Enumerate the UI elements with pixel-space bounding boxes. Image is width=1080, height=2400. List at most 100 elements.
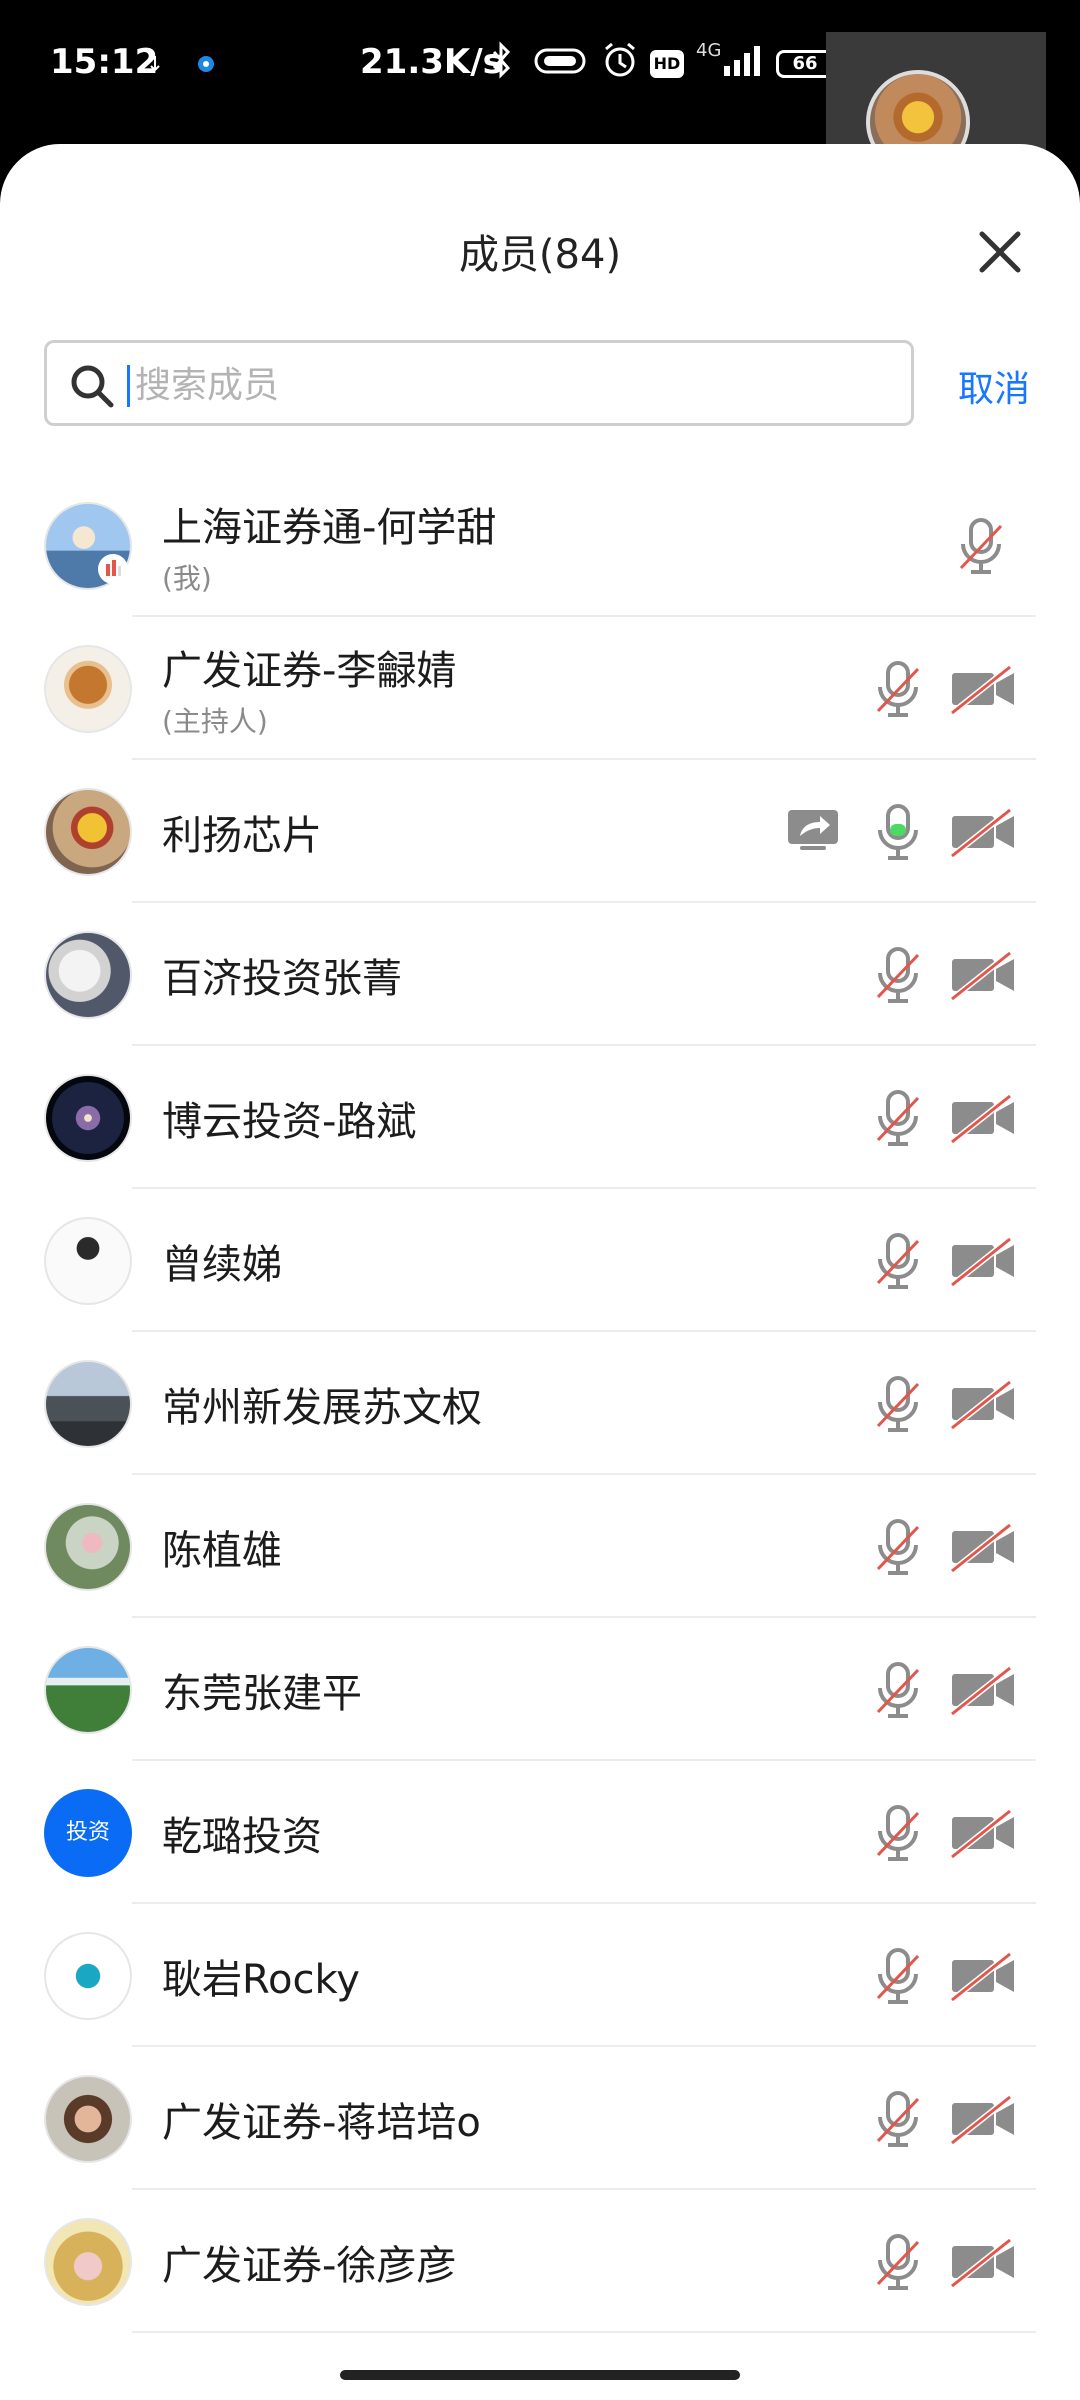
- camera-off-icon[interactable]: [950, 949, 1016, 1002]
- member-info: 广发证券-徐彦彦: [162, 2190, 456, 2333]
- camera-off-icon[interactable]: [950, 1521, 1016, 1574]
- member-info: 上海证券通-何学甜 (我): [162, 474, 496, 617]
- network-speed: 21.3K/s: [360, 42, 503, 82]
- avatar[interactable]: [44, 2075, 132, 2163]
- camera-off-icon[interactable]: [950, 2093, 1016, 2146]
- member-info: 耿岩Rocky: [162, 1904, 360, 2047]
- avatar[interactable]: [44, 1217, 132, 1305]
- status-time: 15:12: [50, 42, 159, 82]
- member-name: 上海证券通-何学甜: [162, 504, 497, 551]
- member-name: 常州新发展苏文权: [162, 1384, 482, 1431]
- list-item[interactable]: 投资 乾璐投资: [0, 1761, 1080, 1904]
- avatar[interactable]: [44, 1932, 132, 2020]
- camera-off-icon[interactable]: [950, 2236, 1016, 2289]
- mic-muted-icon[interactable]: [872, 1088, 924, 1148]
- floating-video-window[interactable]: [826, 32, 1046, 152]
- bluetooth-icon: [492, 41, 511, 79]
- cancel-button[interactable]: 取消: [958, 360, 1030, 412]
- member-name: 东莞张建平: [162, 1670, 362, 1717]
- screen-share-icon[interactable]: [786, 808, 840, 852]
- list-item[interactable]: 百济投资张菁: [0, 903, 1080, 1046]
- speaking-indicator-icon: [98, 554, 128, 584]
- mic-muted-icon[interactable]: [872, 1660, 924, 1720]
- member-info: 东莞张建平: [162, 1618, 362, 1761]
- camera-off-icon[interactable]: [950, 1378, 1016, 1431]
- cell-signal-icon: [724, 46, 760, 76]
- member-info: 利扬芯片: [162, 760, 322, 903]
- member-info: 乾璐投资: [162, 1761, 322, 1904]
- list-item[interactable]: 东莞张建平: [0, 1618, 1080, 1761]
- mic-muted-icon[interactable]: [872, 1231, 924, 1291]
- mic-muted-icon[interactable]: [872, 2232, 924, 2292]
- avatar[interactable]: [44, 1074, 132, 1162]
- member-name: 广发证券-蒋培培o: [162, 2099, 481, 2146]
- list-item[interactable]: 陈植雄: [0, 1475, 1080, 1618]
- member-info: 博云投资-路斌: [162, 1046, 416, 1189]
- avatar[interactable]: [44, 931, 132, 1019]
- list-item[interactable]: 广发证券-徐彦彦: [0, 2190, 1080, 2333]
- mic-muted-icon[interactable]: [872, 2089, 924, 2149]
- vibrate-icon: [534, 48, 586, 74]
- member-info: 陈植雄: [162, 1475, 282, 1618]
- search-input[interactable]: [135, 355, 895, 415]
- member-list: 上海证券通-何学甜 (我) 广发证券-李龣婧 (主持人) 利扬芯片百济投资张菁博云投资-…: [0, 474, 1080, 2333]
- member-info: 广发证券-蒋培培o: [162, 2047, 481, 2190]
- list-item[interactable]: 广发证券-李龣婧 (主持人): [0, 617, 1080, 760]
- floating-video-avatar: [866, 70, 970, 152]
- mic-muted-icon[interactable]: [872, 659, 924, 719]
- signal-sync-icon: [150, 56, 160, 72]
- member-info: 广发证券-李龣婧 (主持人): [162, 617, 456, 760]
- avatar[interactable]: [44, 788, 132, 876]
- text-cursor: [127, 365, 130, 407]
- member-role: (我): [162, 561, 212, 595]
- mic-muted-icon[interactable]: [872, 1946, 924, 2006]
- camera-off-icon[interactable]: [950, 1807, 1016, 1860]
- member-name: 曾续娣: [162, 1241, 282, 1288]
- mic-muted-icon[interactable]: [872, 945, 924, 1005]
- avatar[interactable]: [44, 645, 132, 733]
- app-notification-icon: [198, 56, 214, 72]
- list-item[interactable]: 常州新发展苏文权: [0, 1332, 1080, 1475]
- mic-muted-icon[interactable]: [872, 1803, 924, 1863]
- member-info: 曾续娣: [162, 1189, 282, 1332]
- member-name: 陈植雄: [162, 1527, 282, 1574]
- camera-off-icon[interactable]: [950, 1235, 1016, 1288]
- member-info: 百济投资张菁: [162, 903, 402, 1046]
- member-name: 耿岩Rocky: [162, 1956, 360, 2003]
- hd-badge: HD: [650, 50, 684, 78]
- home-indicator[interactable]: [340, 2370, 740, 2380]
- avatar[interactable]: [44, 1646, 132, 1734]
- member-name: 广发证券-徐彦彦: [162, 2242, 457, 2289]
- search-icon: [71, 365, 114, 408]
- list-item[interactable]: 利扬芯片: [0, 760, 1080, 903]
- member-info: 常州新发展苏文权: [162, 1332, 482, 1475]
- list-item[interactable]: 曾续娣: [0, 1189, 1080, 1332]
- list-item[interactable]: 博云投资-路斌: [0, 1046, 1080, 1189]
- avatar[interactable]: [44, 1360, 132, 1448]
- mic-muted-icon[interactable]: [872, 1374, 924, 1434]
- alarm-icon: [605, 42, 635, 77]
- mic-muted-icon[interactable]: [872, 1517, 924, 1577]
- members-panel: 成员(84) 取消 上海证券通-何学甜 (我) 广发证券-李龣婧 (主持人) 利扬芯片百…: [0, 144, 1080, 2400]
- camera-off-icon[interactable]: [950, 806, 1016, 859]
- camera-off-icon[interactable]: [950, 1664, 1016, 1717]
- list-item[interactable]: 广发证券-蒋培培o: [0, 2047, 1080, 2190]
- member-name: 乾璐投资: [162, 1813, 322, 1860]
- camera-off-icon[interactable]: [950, 1092, 1016, 1145]
- camera-off-icon[interactable]: [950, 663, 1016, 716]
- avatar[interactable]: [44, 2218, 132, 2306]
- divider: [132, 2331, 1036, 2333]
- list-item[interactable]: 耿岩Rocky: [0, 1904, 1080, 2047]
- camera-off-icon[interactable]: [950, 1950, 1016, 2003]
- member-name: 利扬芯片: [162, 812, 322, 859]
- member-name: 广发证券-李龣婧: [162, 647, 457, 694]
- mic-on-icon[interactable]: [872, 802, 924, 862]
- avatar[interactable]: 投资: [44, 1789, 132, 1877]
- page-title: 成员(84): [458, 232, 622, 278]
- avatar[interactable]: [44, 1503, 132, 1591]
- member-name: 博云投资-路斌: [162, 1098, 417, 1145]
- close-icon[interactable]: [972, 224, 1028, 280]
- mic-muted-icon[interactable]: [955, 516, 1007, 576]
- search-box[interactable]: [44, 340, 914, 426]
- list-item[interactable]: 上海证券通-何学甜 (我): [0, 474, 1080, 617]
